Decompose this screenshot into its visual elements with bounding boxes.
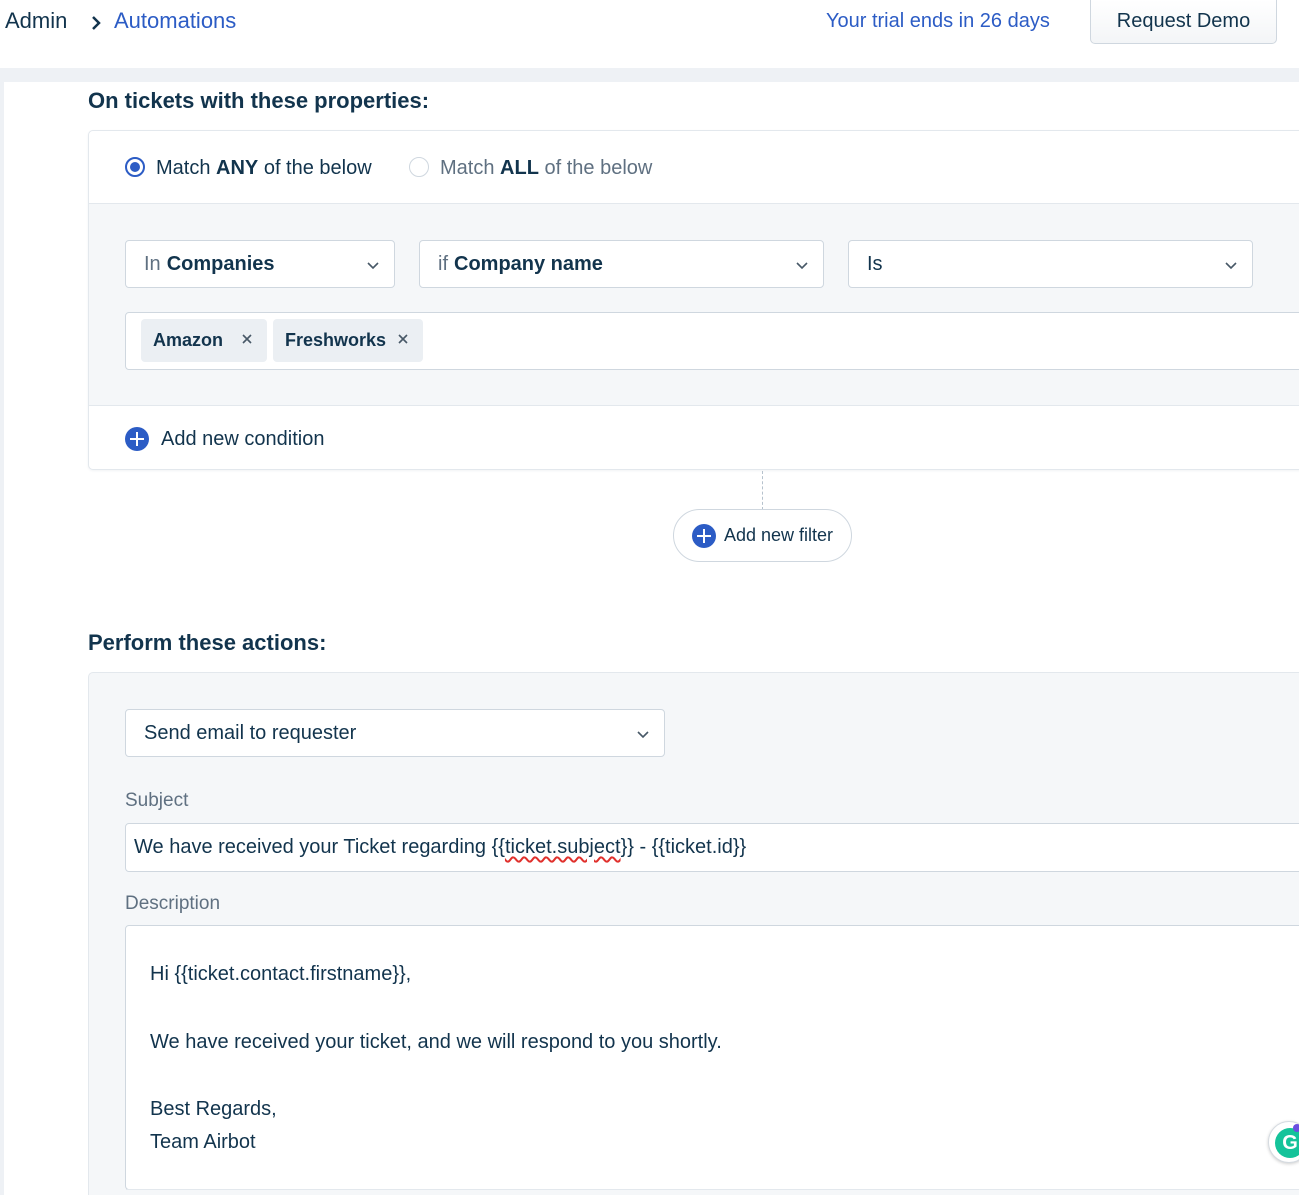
subject-label: Subject — [125, 790, 189, 811]
chevron-down-icon — [637, 731, 649, 739]
add-filter-label: Add new filter — [724, 525, 834, 545]
field-select[interactable]: if Company name — [419, 240, 824, 288]
entity-select[interactable]: In Companies — [125, 240, 395, 288]
chevron-down-icon — [1225, 262, 1237, 270]
plus-circle-icon — [125, 427, 149, 451]
description-line: Hi {{ticket.contact.firstname}}, — [150, 963, 412, 985]
match-all-radio[interactable] — [409, 157, 429, 177]
chevron-right-icon — [88, 10, 104, 36]
values-input[interactable]: Amazon Freshworks — [125, 312, 1299, 370]
left-gutter — [0, 82, 4, 1195]
description-editor[interactable]: Hi {{ticket.contact.firstname}}, We have… — [125, 925, 1299, 1190]
close-icon[interactable] — [397, 333, 409, 345]
top-header: Admin Automations Your trial ends in 26 … — [0, 0, 1299, 68]
close-icon[interactable] — [241, 333, 253, 345]
subject-input[interactable]: We have received your Ticket regarding {… — [125, 823, 1299, 872]
filter-connector — [762, 471, 763, 510]
match-any-radio[interactable] — [125, 157, 145, 177]
plus-circle-icon — [692, 523, 716, 548]
chevron-down-icon — [796, 262, 808, 270]
match-any-label[interactable]: Match ANY of the below — [156, 157, 372, 180]
value-tag-amazon: Amazon — [141, 319, 267, 362]
condition-row: In Companies if Company name Is Amazon F… — [89, 204, 1299, 406]
description-line: Team Airbot — [150, 1131, 256, 1153]
request-demo-button[interactable]: Request Demo — [1090, 0, 1277, 44]
chevron-down-icon — [367, 262, 379, 270]
conditions-title: On tickets with these properties: — [88, 88, 430, 113]
description-line: We have received your ticket, and we wil… — [150, 1031, 722, 1053]
value-tag-freshworks: Freshworks — [273, 319, 423, 362]
conditions-card: Match ANY of the below Match ALL of the … — [88, 130, 1299, 470]
description-line: Best Regards, — [150, 1098, 277, 1120]
add-filter-button[interactable]: Add new filter — [673, 509, 852, 562]
match-mode-bar: Match ANY of the below Match ALL of the … — [89, 131, 1299, 204]
action-select[interactable]: Send email to requester — [125, 709, 665, 757]
description-label: Description — [125, 893, 221, 914]
actions-title: Perform these actions: — [88, 630, 327, 655]
operator-select[interactable]: Is — [848, 240, 1253, 288]
add-condition-label: Add new condition — [161, 427, 325, 450]
header-divider — [0, 68, 1299, 82]
match-all-label[interactable]: Match ALL of the below — [440, 157, 652, 180]
editor-toolbar-edge — [126, 1189, 1299, 1195]
breadcrumb-admin[interactable]: Admin — [5, 8, 67, 34]
breadcrumb-automations[interactable]: Automations — [114, 8, 236, 34]
trial-status[interactable]: Your trial ends in 26 days — [826, 10, 1050, 33]
add-condition-button[interactable]: Add new condition — [125, 427, 324, 451]
